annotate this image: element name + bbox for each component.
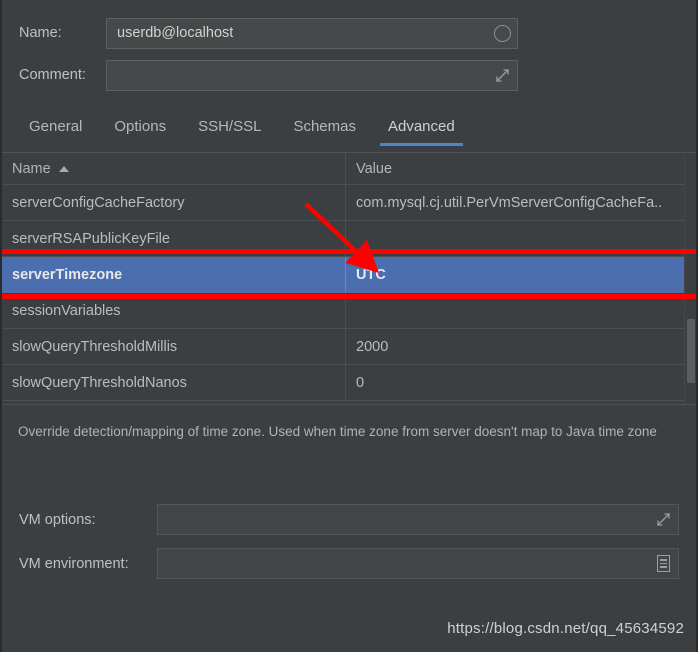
settings-tabbar: General Options SSH/SSL Schemas Advanced <box>2 112 696 152</box>
tab-advanced[interactable]: Advanced <box>372 112 471 146</box>
scrollbar-thumb[interactable] <box>687 319 695 383</box>
advanced-properties-table: Name Value serverConfigCacheFactory com.… <box>2 152 696 404</box>
expand-glyph <box>495 68 510 83</box>
table-row[interactable]: serverRSAPublicKeyFile <box>2 221 688 257</box>
cell-name: slowQueryThresholdMillis <box>2 329 346 364</box>
cell-name: serverConfigCacheFactory <box>2 185 346 220</box>
table-body: Name Value serverConfigCacheFactory com.… <box>2 153 688 401</box>
vm-environment-label: VM environment: <box>19 555 129 572</box>
tab-schemas[interactable]: Schemas <box>277 112 372 146</box>
vm-options-row: VM options: <box>2 504 696 535</box>
vm-environment-field[interactable] <box>157 548 679 579</box>
cell-value[interactable]: 2000 <box>346 329 688 364</box>
document-list-icon[interactable] <box>648 549 678 578</box>
cell-value[interactable]: 0 <box>346 365 688 400</box>
cell-value[interactable]: UTC <box>346 257 688 292</box>
name-field[interactable]: userdb@localhost <box>106 17 518 49</box>
document-glyph <box>656 555 670 572</box>
name-input[interactable]: userdb@localhost <box>107 25 487 41</box>
cell-name: serverTimezone <box>2 257 346 292</box>
column-header-name-label: Name <box>12 160 51 177</box>
cell-name: slowQueryThresholdNanos <box>2 365 346 400</box>
expand-icon[interactable] <box>648 505 678 534</box>
cell-value[interactable] <box>346 293 688 328</box>
table-header-row: Name Value <box>2 153 688 185</box>
circle-icon[interactable] <box>487 19 517 48</box>
tab-options[interactable]: Options <box>98 112 182 146</box>
expand-glyph <box>656 512 671 527</box>
comment-field[interactable] <box>106 59 518 91</box>
cell-name: serverRSAPublicKeyFile <box>2 221 346 256</box>
table-row-selected[interactable]: serverTimezone UTC <box>2 257 688 293</box>
table-row[interactable]: serverConfigCacheFactory com.mysql.cj.ut… <box>2 185 688 221</box>
doc-line <box>659 566 667 568</box>
expand-icon[interactable] <box>487 61 517 90</box>
cell-value[interactable] <box>346 221 688 256</box>
tab-general[interactable]: General <box>13 112 98 146</box>
vm-options-field[interactable] <box>157 504 679 535</box>
circle-glyph <box>493 24 511 42</box>
property-description: Override detection/mapping of time zone.… <box>2 404 696 486</box>
tab-ssh-ssl[interactable]: SSH/SSL <box>182 112 277 146</box>
doc-line <box>659 559 667 561</box>
cell-name: sessionVariables <box>2 293 346 328</box>
sort-ascending-icon <box>58 165 69 172</box>
column-header-name[interactable]: Name <box>2 153 346 184</box>
name-row: Name: userdb@localhost <box>2 17 696 49</box>
vm-environment-row: VM environment: <box>2 548 696 579</box>
table-row[interactable]: sessionVariables <box>2 293 688 329</box>
table-vertical-scrollbar[interactable] <box>684 153 696 404</box>
column-header-value[interactable]: Value <box>346 153 688 184</box>
comment-label: Comment: <box>19 67 86 83</box>
name-label: Name: <box>19 25 62 41</box>
comment-row: Comment: <box>2 59 696 91</box>
cell-value[interactable]: com.mysql.cj.util.PerVmServerConfigCache… <box>346 185 688 220</box>
connection-settings-dialog: Name: userdb@localhost Comment: General … <box>0 0 698 652</box>
table-row[interactable]: slowQueryThresholdMillis 2000 <box>2 329 688 365</box>
vm-options-label: VM options: <box>19 511 96 528</box>
table-row[interactable]: slowQueryThresholdNanos 0 <box>2 365 688 401</box>
watermark: https://blog.csdn.net/qq_45634592 <box>447 620 684 637</box>
doc-line <box>659 562 667 565</box>
